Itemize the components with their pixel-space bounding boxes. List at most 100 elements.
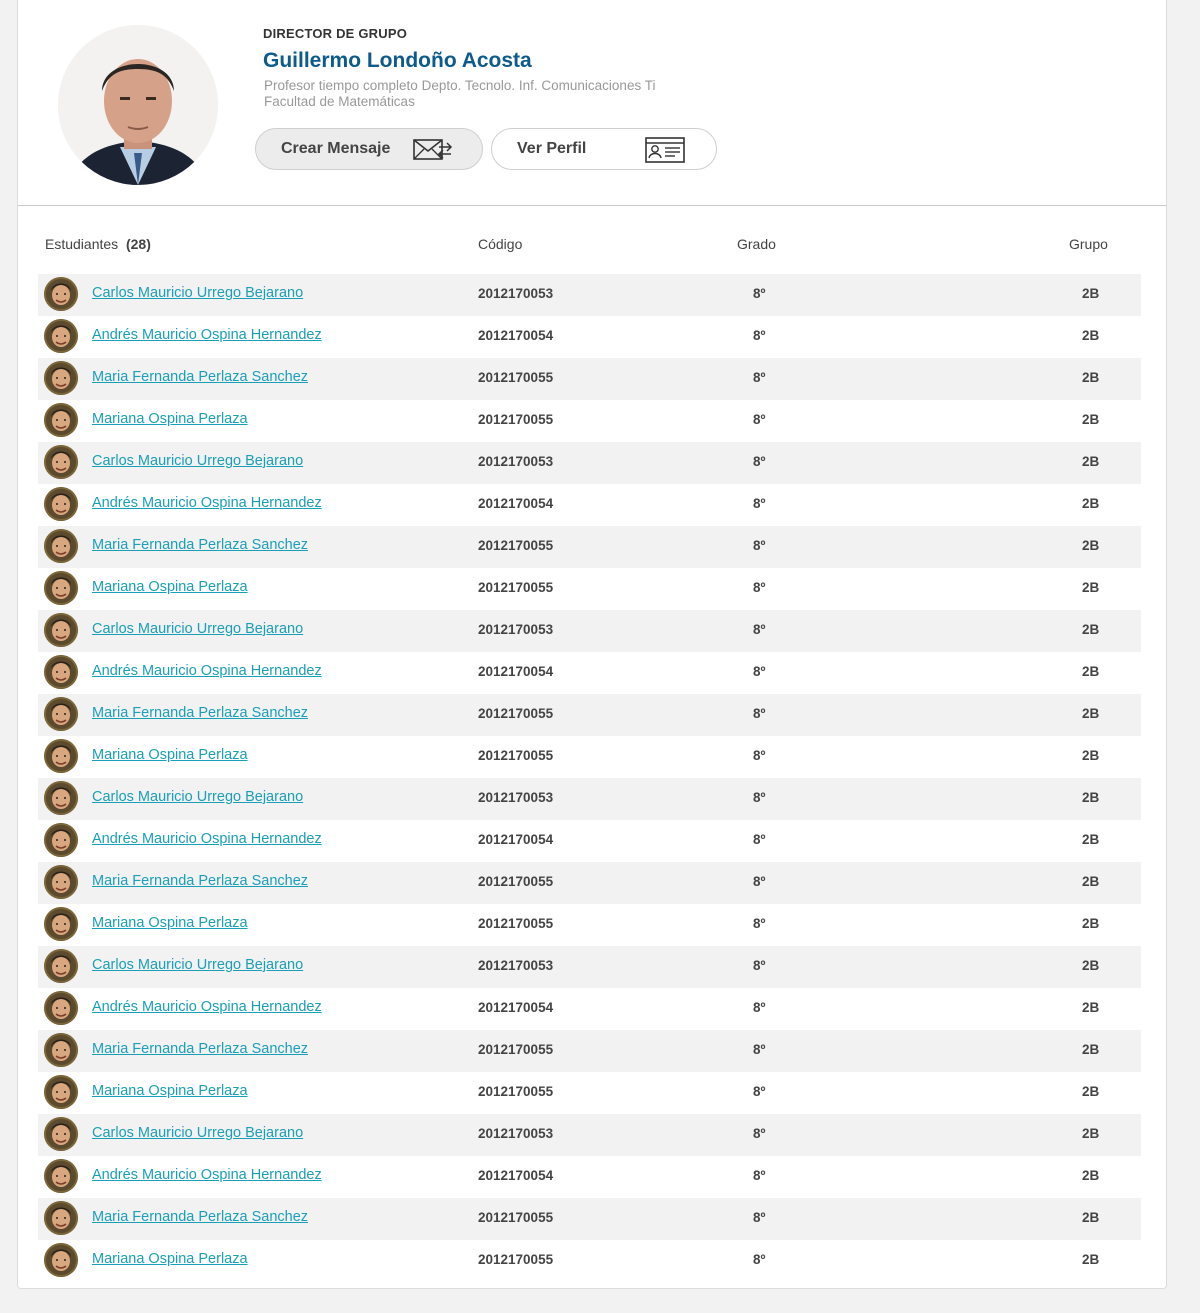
student-group: 2B — [1082, 370, 1100, 385]
student-grade: 8º — [753, 874, 766, 889]
student-name-link[interactable]: Andrés Mauricio Ospina Hernandez — [92, 495, 322, 511]
student-grade: 8º — [753, 580, 766, 595]
id-card-icon — [645, 137, 687, 168]
student-code: 2012170053 — [478, 790, 554, 805]
table-row: Mariana Ospina Perlaza 2012170055 8º 2B — [38, 904, 1141, 946]
table-row: Mariana Ospina Perlaza 2012170055 8º 2B — [38, 568, 1141, 610]
student-grade: 8º — [753, 1084, 766, 1099]
student-name-link[interactable]: Andrés Mauricio Ospina Hernandez — [92, 831, 322, 847]
student-name-link[interactable]: Mariana Ospina Perlaza — [92, 411, 248, 427]
student-avatar-icon[interactable] — [44, 655, 78, 689]
student-grade: 8º — [753, 1042, 766, 1057]
student-group: 2B — [1082, 328, 1100, 343]
student-avatar-icon[interactable] — [44, 277, 78, 311]
student-name-link[interactable]: Mariana Ospina Perlaza — [92, 747, 248, 763]
grade-column-header: Grado — [737, 236, 776, 252]
group-column-header: Grupo — [1069, 236, 1108, 252]
student-avatar-icon[interactable] — [44, 1201, 78, 1235]
student-grade: 8º — [753, 706, 766, 721]
director-avatar — [58, 25, 218, 185]
student-code: 2012170055 — [478, 1252, 554, 1267]
student-name-link[interactable]: Andrés Mauricio Ospina Hernandez — [92, 999, 322, 1015]
student-avatar-icon[interactable] — [44, 823, 78, 857]
student-code: 2012170054 — [478, 664, 554, 679]
student-avatar-icon[interactable] — [44, 1117, 78, 1151]
student-name-link[interactable]: Carlos Mauricio Urrego Bejarano — [92, 1125, 303, 1141]
director-role-label: DIRECTOR DE GRUPO — [263, 26, 408, 41]
student-avatar-icon[interactable] — [44, 613, 78, 647]
table-row: Mariana Ospina Perlaza 2012170055 8º 2B — [38, 736, 1141, 778]
table-row: Carlos Mauricio Urrego Bejarano 201217005… — [38, 946, 1141, 988]
student-grade: 8º — [753, 832, 766, 847]
student-avatar-icon[interactable] — [44, 361, 78, 395]
table-row: Maria Fernanda Perlaza Sanchez 2012170055… — [38, 1198, 1141, 1240]
student-group: 2B — [1082, 622, 1100, 637]
student-group: 2B — [1082, 958, 1100, 973]
student-group: 2B — [1082, 412, 1100, 427]
student-grade: 8º — [753, 454, 766, 469]
student-name-link[interactable]: Maria Fernanda Perlaza Sanchez — [92, 1209, 308, 1225]
table-row: Andrés Mauricio Ospina Hernandez 20121700… — [38, 316, 1141, 358]
student-name-link[interactable]: Maria Fernanda Perlaza Sanchez — [92, 705, 308, 721]
student-avatar-icon[interactable] — [44, 865, 78, 899]
student-group: 2B — [1082, 1126, 1100, 1141]
student-avatar-icon[interactable] — [44, 949, 78, 983]
student-avatar-icon[interactable] — [44, 739, 78, 773]
student-name-link[interactable]: Carlos Mauricio Urrego Bejarano — [92, 789, 303, 805]
code-column-header: Código — [478, 236, 523, 252]
table-row: Carlos Mauricio Urrego Bejarano 201217005… — [38, 1114, 1141, 1156]
student-name-link[interactable]: Carlos Mauricio Urrego Bejarano — [92, 621, 303, 637]
student-code: 2012170055 — [478, 1210, 554, 1225]
student-avatar-icon[interactable] — [44, 991, 78, 1025]
student-name-link[interactable]: Mariana Ospina Perlaza — [92, 915, 248, 931]
table-row: Mariana Ospina Perlaza 2012170055 8º 2B — [38, 1072, 1141, 1114]
table-row: Maria Fernanda Perlaza Sanchez 2012170055… — [38, 862, 1141, 904]
student-grade: 8º — [753, 1000, 766, 1015]
student-name-link[interactable]: Carlos Mauricio Urrego Bejarano — [92, 957, 303, 973]
student-name-link[interactable]: Mariana Ospina Perlaza — [92, 1083, 248, 1099]
student-grade: 8º — [753, 916, 766, 931]
student-grade: 8º — [753, 412, 766, 427]
student-name-link[interactable]: Maria Fernanda Perlaza Sanchez — [92, 537, 308, 553]
students-table: Carlos Mauricio Urrego Bejarano 201217005… — [38, 274, 1141, 1282]
student-code: 2012170054 — [478, 832, 554, 847]
view-profile-button[interactable]: Ver Perfil — [491, 128, 717, 170]
student-avatar-icon[interactable] — [44, 529, 78, 563]
director-details: Profesor tiempo completo Depto. Tecnolo.… — [264, 78, 655, 110]
create-message-button[interactable]: Crear Mensaje — [255, 128, 483, 170]
student-avatar-icon[interactable] — [44, 319, 78, 353]
student-avatar-icon[interactable] — [44, 403, 78, 437]
student-name-link[interactable]: Andrés Mauricio Ospina Hernandez — [92, 327, 322, 343]
student-avatar-icon[interactable] — [44, 1159, 78, 1193]
student-group: 2B — [1082, 286, 1100, 301]
student-group: 2B — [1082, 1168, 1100, 1183]
student-name-link[interactable]: Maria Fernanda Perlaza Sanchez — [92, 369, 308, 385]
student-grade: 8º — [753, 328, 766, 343]
student-avatar-icon[interactable] — [44, 697, 78, 731]
student-grade: 8º — [753, 622, 766, 637]
student-avatar-icon[interactable] — [44, 1075, 78, 1109]
student-avatar-icon[interactable] — [44, 907, 78, 941]
student-name-link[interactable]: Andrés Mauricio Ospina Hernandez — [92, 663, 322, 679]
student-name-link[interactable]: Mariana Ospina Perlaza — [92, 1251, 248, 1267]
student-grade: 8º — [753, 286, 766, 301]
table-row: Andrés Mauricio Ospina Hernandez 20121700… — [38, 988, 1141, 1030]
student-avatar-icon[interactable] — [44, 571, 78, 605]
student-code: 2012170053 — [478, 286, 554, 301]
student-name-link[interactable]: Maria Fernanda Perlaza Sanchez — [92, 873, 308, 889]
student-avatar-icon[interactable] — [44, 487, 78, 521]
student-group: 2B — [1082, 916, 1100, 931]
student-name-link[interactable]: Carlos Mauricio Urrego Bejarano — [92, 285, 303, 301]
student-name-link[interactable]: Maria Fernanda Perlaza Sanchez — [92, 1041, 308, 1057]
student-avatar-icon[interactable] — [44, 1243, 78, 1277]
student-avatar-icon[interactable] — [44, 445, 78, 479]
student-code: 2012170053 — [478, 958, 554, 973]
student-avatar-icon[interactable] — [44, 781, 78, 815]
student-avatar-icon[interactable] — [44, 1033, 78, 1067]
student-name-link[interactable]: Carlos Mauricio Urrego Bejarano — [92, 453, 303, 469]
student-name-link[interactable]: Mariana Ospina Perlaza — [92, 579, 248, 595]
student-code: 2012170055 — [478, 706, 554, 721]
student-group: 2B — [1082, 1042, 1100, 1057]
student-name-link[interactable]: Andrés Mauricio Ospina Hernandez — [92, 1167, 322, 1183]
student-code: 2012170054 — [478, 328, 554, 343]
